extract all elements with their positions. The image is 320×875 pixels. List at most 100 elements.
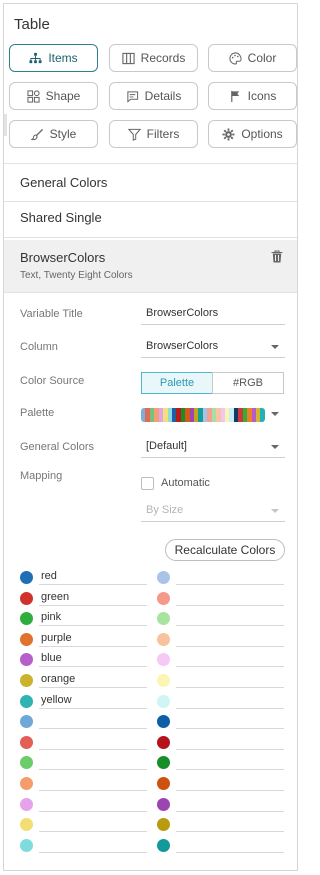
color-source-rgb-button[interactable]: #RGB	[212, 372, 284, 394]
mapping-sort-select[interactable]: By Size	[141, 500, 285, 522]
color-swatch[interactable]	[20, 715, 33, 729]
color-swatch[interactable]	[20, 818, 33, 832]
color-source-toggle: Palette #RGB	[141, 372, 285, 394]
color-value-field[interactable]: purple	[39, 632, 147, 647]
panel-resize-handle[interactable]	[4, 114, 7, 136]
color-value-field[interactable]	[39, 755, 147, 771]
color-swatch[interactable]	[20, 591, 33, 605]
color-swatch[interactable]	[20, 694, 33, 708]
variable-title-label: Variable Title	[20, 308, 83, 320]
tab-style[interactable]: Style	[9, 120, 98, 148]
color-swatch[interactable]	[157, 591, 170, 605]
divider	[4, 201, 297, 202]
color-value-field[interactable]	[176, 776, 284, 791]
color-swatch[interactable]	[20, 632, 33, 646]
mapping-label: Mapping	[20, 470, 63, 482]
chevron-down-icon	[271, 345, 279, 349]
color-value-field[interactable]: orange	[39, 673, 147, 688]
color-value-field[interactable]: red	[39, 570, 147, 585]
color-swatch[interactable]	[20, 735, 33, 749]
color-value-field[interactable]	[176, 755, 284, 771]
color-swatch[interactable]	[20, 674, 33, 687]
color-swatch[interactable]	[157, 612, 170, 626]
color-swatch[interactable]	[157, 756, 170, 770]
color-swatch[interactable]	[20, 797, 33, 811]
palette-label: Palette	[20, 407, 55, 419]
section-browsercolors[interactable]: BrowserColors Text, Twenty Eight Colors	[4, 240, 297, 292]
color-value-field[interactable]	[39, 735, 147, 750]
color-value-field[interactable]	[176, 797, 284, 812]
color-swatch[interactable]	[157, 797, 170, 811]
color-swatch[interactable]	[157, 818, 170, 832]
color-swatch[interactable]	[157, 674, 170, 687]
variable-title-input[interactable]: BrowserColors	[141, 303, 285, 325]
tab-shape[interactable]: Shape	[9, 82, 98, 110]
tab-filters-label: Filters	[146, 127, 180, 141]
section-shared-single[interactable]: Shared Single	[20, 210, 102, 225]
color-swatch[interactable]	[157, 735, 170, 749]
tab-details[interactable]: Details	[109, 82, 198, 110]
tab-filters[interactable]: Filters	[109, 120, 198, 148]
color-value-field[interactable]	[176, 652, 284, 668]
color-swatch[interactable]	[157, 571, 170, 584]
general-colors-value: [Default]	[146, 440, 187, 452]
color-swatch[interactable]	[20, 612, 33, 626]
color-value-field[interactable]	[176, 591, 284, 606]
color-value-field[interactable]: yellow	[39, 694, 147, 709]
color-value-field[interactable]: green	[39, 591, 147, 606]
color-value-field[interactable]: blue	[39, 652, 147, 668]
variable-name: BrowserColors	[20, 250, 106, 265]
gear-icon	[222, 127, 235, 141]
color-swatch[interactable]	[157, 838, 170, 852]
color-value-field[interactable]	[39, 797, 147, 812]
trash-icon[interactable]	[271, 250, 283, 263]
recalculate-colors-button[interactable]: Recalculate Colors	[165, 539, 285, 561]
color-source-palette-button[interactable]: Palette	[141, 372, 213, 394]
chevron-down-icon	[271, 412, 279, 416]
color-value-field[interactable]	[176, 570, 284, 585]
panel-title: Table	[14, 16, 50, 33]
color-swatch[interactable]	[157, 777, 170, 790]
flag-icon	[230, 90, 239, 102]
color-swatch[interactable]	[157, 653, 170, 667]
tab-items[interactable]: Items	[9, 44, 98, 72]
color-value-field[interactable]	[176, 632, 284, 647]
section-general-colors[interactable]: General Colors	[20, 175, 107, 190]
color-value-field[interactable]	[39, 714, 147, 730]
filter-icon	[127, 128, 141, 141]
color-swatch[interactable]	[20, 756, 33, 770]
color-value-field[interactable]	[176, 714, 284, 730]
color-swatch[interactable]	[157, 694, 170, 708]
tab-icons-label: Icons	[247, 89, 277, 103]
tab-color[interactable]: Color	[208, 44, 297, 72]
color-value-field[interactable]: pink	[39, 611, 147, 627]
color-swatch[interactable]	[20, 777, 33, 790]
color-swatch[interactable]	[20, 653, 33, 667]
color-swatch[interactable]	[20, 571, 33, 584]
color-value-field[interactable]	[176, 694, 284, 709]
color-swatch[interactable]	[157, 632, 170, 646]
columns-icon	[122, 52, 135, 64]
table-settings-panel: Table Items Records Color Shape Details …	[3, 3, 298, 871]
general-colors-label: General Colors	[20, 441, 94, 453]
color-value-field[interactable]	[176, 611, 284, 627]
tab-records[interactable]: Records	[109, 44, 198, 72]
general-colors-select[interactable]: [Default]	[141, 436, 285, 458]
color-swatch[interactable]	[157, 715, 170, 729]
tab-options[interactable]: Options	[208, 120, 297, 148]
palette-icon	[229, 51, 242, 65]
color-swatch[interactable]	[20, 838, 33, 852]
palette-select[interactable]	[141, 403, 285, 425]
palette-swatch	[260, 408, 265, 422]
color-value-field[interactable]	[176, 838, 284, 853]
tab-icons[interactable]: Icons	[208, 82, 297, 110]
column-select[interactable]: BrowserColors	[141, 336, 285, 358]
color-value-field[interactable]	[176, 673, 284, 688]
tab-style-label: Style	[49, 127, 77, 141]
automatic-checkbox[interactable]	[141, 477, 154, 490]
color-value-field[interactable]	[176, 817, 284, 833]
color-value-field[interactable]	[39, 817, 147, 833]
color-value-field[interactable]	[176, 735, 284, 750]
color-value-field[interactable]	[39, 776, 147, 791]
color-value-field[interactable]	[39, 838, 147, 853]
